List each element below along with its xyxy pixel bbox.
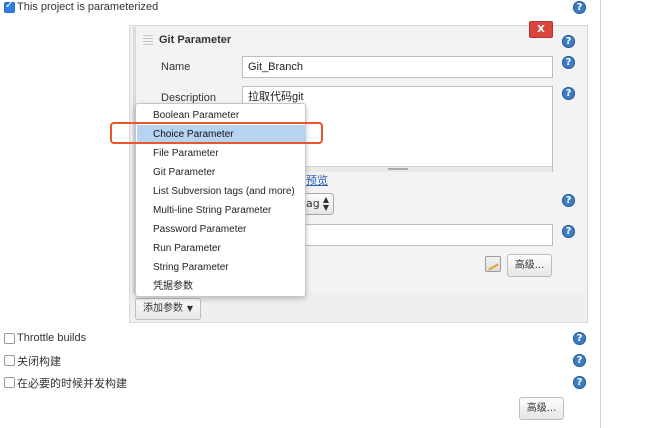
menu-item-git-parameter[interactable]: Git Parameter xyxy=(137,163,306,182)
disable-build-checkbox[interactable] xyxy=(4,355,15,366)
panel-right-border xyxy=(600,0,601,428)
parameter-type-select-value: ag xyxy=(306,197,320,210)
default-value-help-icon[interactable]: ? xyxy=(562,225,575,238)
parameterized-label: This project is parameterized xyxy=(17,1,159,13)
add-parameter-label: 添加参数 xyxy=(143,303,183,314)
name-label: Name xyxy=(161,61,191,73)
concurrent-build-label: 在必要的时候并发构建 xyxy=(17,378,127,390)
description-help-icon[interactable]: ? xyxy=(562,87,575,100)
preview-link[interactable]: 预览 xyxy=(306,172,328,188)
drag-handle-icon[interactable] xyxy=(143,35,153,47)
disable-build-help-icon[interactable]: ? xyxy=(573,354,586,367)
parameter-help-icon[interactable]: ? xyxy=(562,35,575,48)
disable-build-label: 关闭构建 xyxy=(17,356,61,368)
caret-down-icon: ▼ xyxy=(186,304,193,313)
advanced-button[interactable]: 高级... xyxy=(519,397,564,420)
parameter-title: Git Parameter xyxy=(159,34,232,46)
menu-item-credentials-parameter[interactable]: 凭据参数 xyxy=(137,277,306,296)
throttle-builds-label: Throttle builds xyxy=(17,332,87,344)
type-help-icon[interactable]: ? xyxy=(562,194,575,207)
name-input[interactable]: Git_Branch xyxy=(242,56,553,78)
concurrent-build-checkbox[interactable] xyxy=(4,377,15,388)
menu-item-list-subversion-tags[interactable]: List Subversion tags (and more) xyxy=(137,182,306,201)
name-help-icon[interactable]: ? xyxy=(562,56,575,69)
add-parameter-button[interactable]: 添加参数 ▼ xyxy=(135,298,201,320)
notepad-icon[interactable] xyxy=(485,256,501,272)
menu-item-multiline-string-parameter[interactable]: Multi-line String Parameter xyxy=(137,201,306,220)
menu-item-string-parameter[interactable]: String Parameter xyxy=(137,258,306,277)
default-value-input[interactable] xyxy=(290,224,553,246)
throttle-builds-help-icon[interactable]: ? xyxy=(573,332,586,345)
highlight-box xyxy=(110,122,323,144)
textarea-resize-grip[interactable] xyxy=(388,168,408,170)
throttle-builds-checkbox[interactable] xyxy=(4,333,15,344)
concurrent-build-help-icon[interactable]: ? xyxy=(573,376,586,389)
select-arrows-icon: ▲ ▼ xyxy=(322,195,329,212)
delete-parameter-button[interactable]: X xyxy=(529,21,553,38)
menu-item-password-parameter[interactable]: Password Parameter xyxy=(137,220,306,239)
menu-item-run-parameter[interactable]: Run Parameter xyxy=(137,239,306,258)
param-advanced-button[interactable]: 高级... xyxy=(507,254,552,277)
parameterized-checkbox[interactable] xyxy=(4,0,15,13)
parameterized-help-icon[interactable]: ? xyxy=(573,1,586,14)
menu-item-file-parameter[interactable]: File Parameter xyxy=(137,144,306,163)
